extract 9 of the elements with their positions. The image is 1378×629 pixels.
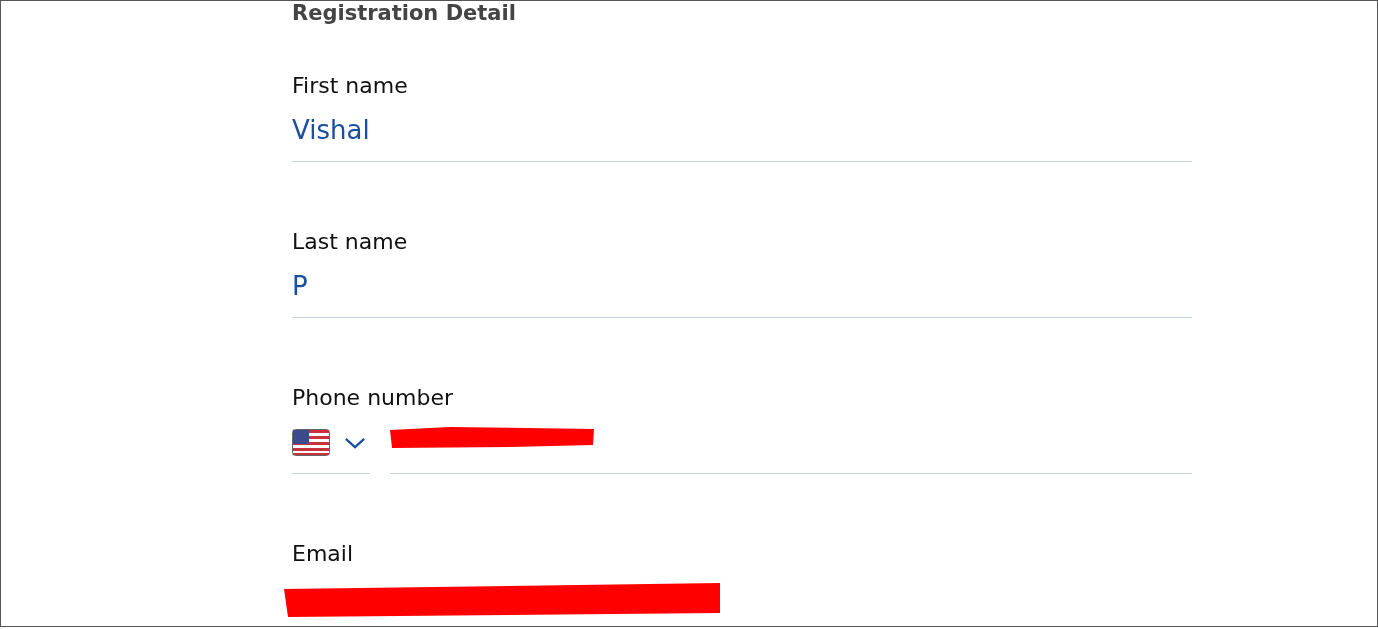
field-label: First name bbox=[292, 72, 409, 100]
form-heading: Registration Detail bbox=[292, 1, 517, 25]
field-label: Last name bbox=[292, 228, 409, 256]
flag-icon bbox=[292, 429, 330, 456]
input-field[interactable]: Vishal bbox=[292, 109, 1192, 162]
field-label: Phone number bbox=[292, 384, 454, 412]
chevron-down-icon bbox=[344, 437, 366, 450]
input-field[interactable]: P bbox=[292, 265, 1192, 318]
field-label: Email bbox=[292, 540, 355, 568]
